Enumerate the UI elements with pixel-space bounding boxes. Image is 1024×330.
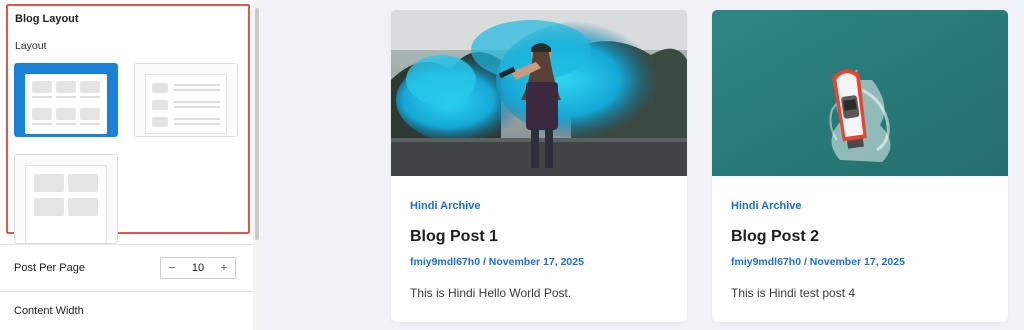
- blog-layout-section: Blog Layout Layout: [6, 4, 250, 244]
- layout-option-masonry[interactable]: [14, 154, 118, 244]
- post-category-link[interactable]: Hindi Archive: [731, 200, 802, 212]
- post-category-link[interactable]: Hindi Archive: [410, 200, 481, 212]
- post-card[interactable]: Hindi Archive Blog Post 2 fmiy9mdl67h0 /…: [712, 10, 1008, 322]
- increment-button[interactable]: +: [213, 258, 235, 278]
- layout-option-list[interactable]: [134, 63, 238, 137]
- post-title-link[interactable]: Blog Post 2: [731, 228, 819, 246]
- settings-sidebar: Blog Layout Layout Post Per Page − 10 + …: [0, 0, 260, 330]
- section-title: Blog Layout: [15, 13, 79, 25]
- post-meta[interactable]: fmiy9mdl67h0 / November 17, 2025: [731, 256, 905, 268]
- post-meta[interactable]: fmiy9mdl67h0 / November 17, 2025: [410, 256, 584, 268]
- post-excerpt: This is Hindi test post 4: [731, 286, 856, 300]
- grid-layout-icon: [25, 74, 107, 134]
- post-per-page-stepper: − 10 +: [160, 257, 236, 279]
- divider: [0, 291, 253, 292]
- post-featured-image[interactable]: [391, 10, 687, 176]
- list-layout-icon: [145, 74, 227, 134]
- decrement-button[interactable]: −: [161, 258, 183, 278]
- post-title-link[interactable]: Blog Post 1: [410, 228, 498, 246]
- content-width-label: Content Width: [14, 305, 84, 317]
- post-excerpt: This is Hindi Hello World Post.: [410, 286, 572, 300]
- sidebar-scrollbar-thumb[interactable]: [255, 8, 259, 240]
- masonry-layout-icon: [25, 165, 107, 243]
- layout-option-grid[interactable]: [14, 63, 118, 137]
- post-featured-image[interactable]: [712, 10, 1008, 176]
- post-per-page-input[interactable]: 10: [183, 262, 213, 274]
- layout-label: Layout: [15, 40, 47, 52]
- post-card[interactable]: Hindi Archive Blog Post 1 fmiy9mdl67h0 /…: [391, 10, 687, 322]
- divider: [0, 244, 253, 245]
- post-per-page-label: Post Per Page: [14, 262, 85, 274]
